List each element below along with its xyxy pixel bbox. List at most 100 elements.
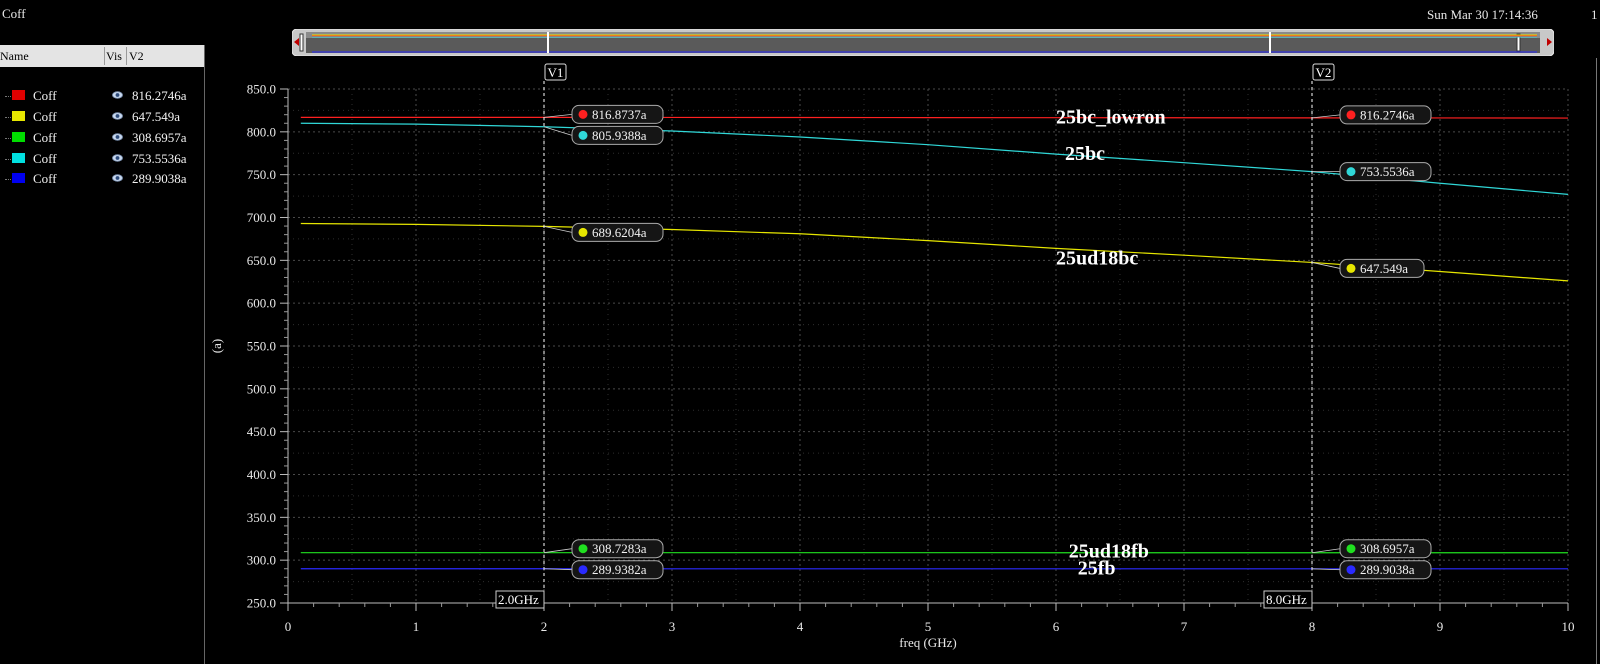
marker-dot: [1346, 167, 1356, 177]
trace-value: 753.5536a: [132, 151, 187, 166]
trace-row[interactable]: Coff 753.5536a: [0, 150, 204, 168]
eye-icon[interactable]: [112, 112, 123, 120]
y-tick-label: 350.0: [247, 510, 276, 525]
zoom-overview-scrollbar[interactable]: [291, 28, 1555, 57]
cursor-x-label: 8.0GHz: [1266, 592, 1307, 607]
waveform-plot[interactable]: 250.0 300.0 350.0 400.0 450.0 500.0 550.0 600.0…: [0, 0, 1600, 664]
x-tick-label: 10: [1562, 619, 1575, 634]
window-title: Coff: [2, 6, 26, 21]
y-tick-label: 850.0: [247, 82, 276, 97]
y-tick-label: 550.0: [247, 339, 276, 354]
window-border: [1596, 58, 1597, 664]
y-axis-label: (a): [209, 339, 224, 353]
x-tick-label: 5: [925, 619, 932, 634]
trace-value: 647.549a: [132, 109, 181, 124]
overview-cursor-v1: [547, 32, 549, 53]
y-tick-label: 250.0: [247, 596, 276, 611]
trace-name: Coff: [33, 130, 57, 145]
marker-dot: [1346, 565, 1356, 575]
marker-dot: [1346, 544, 1356, 554]
trace-name: Coff: [33, 88, 57, 103]
trace-annotation: 25bc: [1065, 143, 1105, 165]
edge-label: 1: [1591, 7, 1598, 22]
marker-dot: [578, 130, 588, 140]
marker-dot: [578, 544, 588, 554]
trace-color-swatch: [12, 111, 25, 121]
trace-color-swatch: [12, 90, 25, 100]
cursor-name: V2: [1316, 65, 1332, 80]
eye-icon[interactable]: [112, 154, 123, 162]
y-tick-label: 300.0: [247, 553, 276, 568]
trace-list-panel: Name Vis V2 Coff 816.2746a Coff 647.549a Cof…: [0, 45, 205, 664]
eye-icon[interactable]: [112, 133, 123, 141]
tree-connector: [5, 96, 11, 97]
eye-icon[interactable]: [112, 174, 123, 182]
marker-value: 308.6957a: [1360, 541, 1415, 556]
trace-annotation: 25ud18bc: [1056, 248, 1138, 270]
tree-connector: [5, 138, 11, 139]
x-tick-label: 4: [797, 619, 804, 634]
marker-value: 753.5536a: [1360, 164, 1415, 179]
marker-value: 289.9038a: [1360, 562, 1415, 577]
x-tick-label: 2: [541, 619, 548, 634]
y-tick-label: 650.0: [247, 253, 276, 268]
trace-value: 816.2746a: [132, 88, 187, 103]
x-tick-label: 1: [413, 619, 420, 634]
cursor-name: V1: [548, 65, 564, 80]
y-tick-label: 750.0: [247, 167, 276, 182]
marker-value: 308.7283a: [592, 541, 647, 556]
marker-value: 816.8737a: [592, 107, 647, 122]
marker-value: 805.9388a: [592, 128, 647, 143]
trace-color-swatch: [12, 173, 25, 183]
eye-icon[interactable]: [112, 91, 123, 99]
trace-name: Coff: [33, 109, 57, 124]
header-v2[interactable]: V2: [129, 49, 144, 64]
x-tick-label: 3: [669, 619, 676, 634]
marker-value: 647.549a: [1360, 261, 1408, 276]
trace-list-header: Name Vis V2: [0, 45, 204, 67]
marker-dot: [1346, 110, 1356, 120]
cursor-x-label: 2.0GHz: [498, 592, 539, 607]
header-name[interactable]: Name: [0, 49, 29, 64]
y-tick-label: 450.0: [247, 424, 276, 439]
trace-name: Coff: [33, 151, 57, 166]
y-tick-label: 800.0: [247, 124, 276, 139]
marker-value: 289.9382a: [592, 562, 647, 577]
marker-dot: [578, 227, 588, 237]
series-line[interactable]: [300, 122, 1569, 195]
trace-annotation: 25bc_lowron: [1056, 106, 1166, 128]
trace-row[interactable]: Coff 647.549a: [0, 108, 204, 126]
marker-dot: [578, 565, 588, 575]
trace-annotation: 25fb: [1078, 558, 1116, 580]
trace-value: 289.9038a: [132, 171, 187, 186]
trace-row[interactable]: Coff 289.9038a: [0, 170, 204, 188]
trace-color-swatch: [12, 153, 25, 163]
column-divider[interactable]: [104, 47, 105, 65]
marker-dot: [1346, 263, 1356, 273]
top-bar: Coff Sun Mar 30 17:14:36 1: [0, 0, 1600, 26]
marker-value: 816.2746a: [1360, 107, 1415, 122]
x-axis-label: freq (GHz): [899, 635, 956, 650]
x-tick-label: 6: [1053, 619, 1060, 634]
trace-name: Coff: [33, 171, 57, 186]
x-tick-label: 0: [285, 619, 292, 634]
tree-connector: [5, 159, 11, 160]
trace-row[interactable]: Coff 308.6957a: [0, 129, 204, 147]
overview-cursor-v2: [1269, 32, 1271, 53]
x-tick-label: 8: [1309, 619, 1316, 634]
y-tick-label: 700.0: [247, 210, 276, 225]
trace-color-swatch: [12, 132, 25, 142]
trace-row[interactable]: Coff 816.2746a: [0, 87, 204, 105]
tree-connector: [5, 179, 11, 180]
trace-value: 308.6957a: [132, 130, 187, 145]
tree-connector: [5, 117, 11, 118]
datetime: Sun Mar 30 17:14:36: [1427, 7, 1538, 22]
marker-dot: [578, 109, 588, 119]
x-tick-label: 7: [1181, 619, 1188, 634]
y-tick-label: 500.0: [247, 381, 276, 396]
column-divider[interactable]: [126, 47, 127, 65]
scroll-handle-left[interactable]: [299, 33, 304, 52]
marker-value: 689.6204a: [592, 225, 647, 240]
header-vis[interactable]: Vis: [106, 49, 122, 64]
y-tick-label: 400.0: [247, 467, 276, 482]
